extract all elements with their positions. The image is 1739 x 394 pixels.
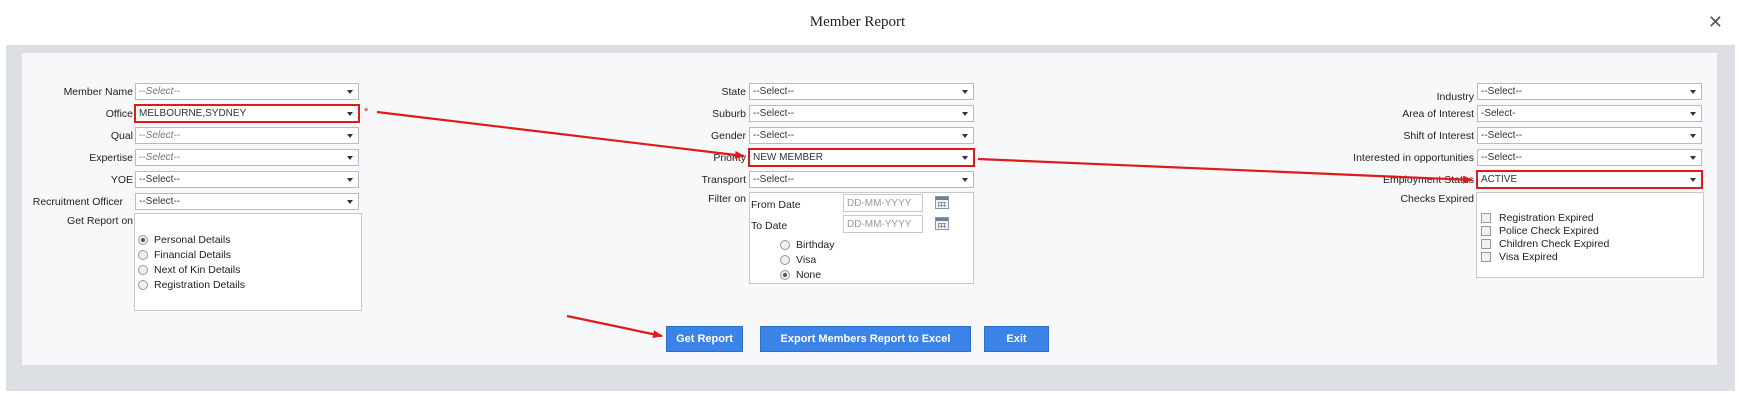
radio-birthday[interactable]: Birthday bbox=[780, 239, 835, 251]
get-report-button[interactable]: Get Report bbox=[666, 326, 743, 352]
priority-select[interactable]: NEW MEMBER bbox=[748, 148, 975, 167]
chevron-down-icon bbox=[962, 178, 968, 182]
priority-label: Priority bbox=[713, 152, 746, 164]
state-label: State bbox=[721, 86, 746, 98]
check-visa-expired[interactable]: Visa Expired bbox=[1481, 251, 1558, 263]
chevron-down-icon bbox=[962, 90, 968, 94]
expertise-label: Expertise bbox=[89, 152, 133, 164]
radio-visa[interactable]: Visa bbox=[780, 254, 816, 266]
report-type-box bbox=[134, 213, 362, 311]
radio-icon bbox=[138, 235, 148, 245]
to-date-input[interactable]: DD-MM-YYYY bbox=[843, 215, 923, 233]
qual-label: Qual bbox=[110, 130, 133, 142]
to-date-label: To Date bbox=[751, 220, 788, 232]
radio-icon bbox=[138, 280, 148, 290]
chevron-down-icon bbox=[347, 200, 353, 204]
recruitment-officer-label: Recruitment Officer bbox=[32, 196, 123, 208]
radio-personal-details[interactable]: Personal Details bbox=[138, 234, 230, 246]
qual-select[interactable]: --Select-- bbox=[135, 127, 359, 144]
radio-icon bbox=[780, 270, 790, 280]
radio-registration-details[interactable]: Registration Details bbox=[138, 279, 245, 291]
filter-on-label: Filter on bbox=[708, 193, 746, 205]
gender-label: Gender bbox=[710, 130, 746, 142]
industry-label: Industry bbox=[1436, 91, 1474, 103]
get-report-on-label: Get Report on bbox=[67, 215, 133, 227]
export-excel-button[interactable]: Export Members Report to Excel bbox=[760, 326, 971, 352]
shift-of-interest-label: Shift of Interest bbox=[1403, 130, 1474, 142]
transport-select[interactable]: --Select-- bbox=[749, 171, 974, 188]
transport-label: Transport bbox=[701, 174, 746, 186]
calendar-icon[interactable] bbox=[935, 196, 949, 209]
chevron-down-icon bbox=[1690, 178, 1696, 182]
area-of-interest-select[interactable]: -Select- bbox=[1477, 105, 1702, 122]
checkbox-icon bbox=[1481, 213, 1491, 223]
office-label: Office bbox=[105, 108, 133, 120]
employment-status-select[interactable]: ACTIVE bbox=[1476, 170, 1703, 189]
yoe-label: YOE bbox=[110, 174, 133, 186]
checkbox-icon bbox=[1481, 239, 1491, 249]
chevron-down-icon bbox=[1690, 112, 1696, 116]
chevron-down-icon bbox=[347, 156, 353, 160]
member-name-select[interactable]: --Select-- bbox=[135, 83, 359, 100]
industry-select[interactable]: --Select-- bbox=[1477, 83, 1702, 100]
checkbox-icon bbox=[1481, 226, 1491, 236]
close-icon[interactable]: ✕ bbox=[1708, 12, 1723, 33]
checks-expired-label: Checks Expired bbox=[1400, 193, 1474, 205]
interested-in-opportunities-label: Interested in opportunities bbox=[1353, 152, 1474, 164]
dialog-titlebar: Member Report ✕ bbox=[0, 0, 1739, 45]
shift-of-interest-select[interactable]: --Select-- bbox=[1477, 127, 1702, 144]
employment-status-label: Employment Status bbox=[1382, 174, 1474, 186]
dialog-title: Member Report bbox=[809, 14, 906, 30]
interested-in-opportunities-select[interactable]: --Select-- bbox=[1477, 149, 1702, 166]
radio-icon bbox=[138, 265, 148, 275]
from-date-label: From Date bbox=[751, 199, 801, 211]
radio-next-of-kin-details[interactable]: Next of Kin Details bbox=[138, 264, 240, 276]
gender-select[interactable]: --Select-- bbox=[749, 127, 974, 144]
calendar-icon[interactable] bbox=[935, 217, 949, 230]
suburb-select[interactable]: --Select-- bbox=[749, 105, 974, 122]
state-select[interactable]: --Select-- bbox=[749, 83, 974, 100]
chevron-down-icon bbox=[347, 112, 353, 116]
member-name-label: Member Name bbox=[63, 86, 133, 98]
chevron-down-icon bbox=[347, 178, 353, 182]
radio-icon bbox=[780, 255, 790, 265]
radio-financial-details[interactable]: Financial Details bbox=[138, 249, 231, 261]
radio-none[interactable]: None bbox=[780, 269, 821, 281]
exit-button[interactable]: Exit bbox=[984, 326, 1049, 352]
check-police-check-expired[interactable]: Police Check Expired bbox=[1481, 225, 1599, 237]
radio-icon bbox=[138, 250, 148, 260]
area-of-interest-label: Area of Interest bbox=[1402, 108, 1474, 120]
chevron-down-icon bbox=[347, 134, 353, 138]
chevron-down-icon bbox=[1690, 90, 1696, 94]
from-date-input[interactable]: DD-MM-YYYY bbox=[843, 194, 923, 212]
chevron-down-icon bbox=[1690, 156, 1696, 160]
chevron-down-icon bbox=[962, 156, 968, 160]
suburb-label: Suburb bbox=[712, 108, 746, 120]
chevron-down-icon bbox=[962, 134, 968, 138]
office-select[interactable]: MELBOURNE,SYDNEY bbox=[134, 104, 360, 123]
chevron-down-icon bbox=[962, 112, 968, 116]
chevron-down-icon bbox=[347, 90, 353, 94]
required-marker: * bbox=[364, 106, 369, 118]
checkbox-icon bbox=[1481, 252, 1491, 262]
check-children-check-expired[interactable]: Children Check Expired bbox=[1481, 238, 1609, 250]
radio-icon bbox=[780, 240, 790, 250]
chevron-down-icon bbox=[1690, 134, 1696, 138]
expertise-select[interactable]: --Select-- bbox=[135, 149, 359, 166]
yoe-select[interactable]: --Select-- bbox=[135, 171, 359, 188]
recruitment-officer-select[interactable]: --Select-- bbox=[135, 193, 359, 210]
check-registration-expired[interactable]: Registration Expired bbox=[1481, 212, 1594, 224]
